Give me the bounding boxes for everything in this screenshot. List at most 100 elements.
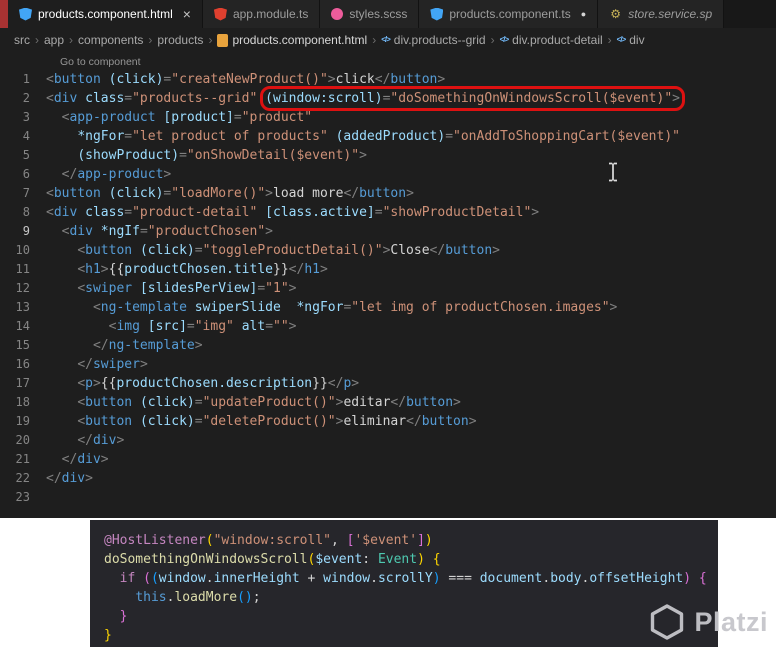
tab-label: products.component.html: [38, 7, 173, 21]
snippet-line: doSomethingOnWindowsScroll($event: Event…: [104, 552, 441, 567]
code-line[interactable]: 6 </app-product>: [0, 165, 776, 184]
line-number: 14: [15, 319, 30, 333]
line-number: 10: [15, 243, 30, 257]
chevron-right-icon: ›: [490, 33, 495, 47]
breadcrumb: src › app › components › products › products.com…: [0, 28, 776, 52]
code-editor[interactable]: Go to component 1 <button (click)="create…: [0, 52, 776, 518]
line-number: 20: [15, 433, 30, 447]
line-number: 16: [15, 357, 30, 371]
codelens-go-to-component[interactable]: Go to component: [0, 52, 776, 70]
breadcrumb-item-products.component.html[interactable]: products.component.html: [217, 33, 367, 47]
modified-dot-icon: ●: [580, 9, 587, 19]
code-line[interactable]: 2 <div class="products--grid" (window:scr…: [0, 86, 776, 111]
line-number: 19: [15, 414, 30, 428]
breadcrumb-item-div.products--grid[interactable]: </> div.products--grid: [381, 33, 485, 47]
code-line[interactable]: 9 <div *ngIf="productChosen">: [0, 222, 776, 241]
window-edge-accent: [0, 0, 8, 28]
breadcrumb-label: div: [629, 33, 645, 47]
code-line[interactable]: 17 <p>{{productChosen.description}}</p>: [0, 374, 776, 393]
breadcrumb-label: components: [78, 33, 144, 47]
breadcrumb-label: div.product-detail: [512, 33, 603, 47]
code-line[interactable]: 8 <div class="product-detail" [class.acti…: [0, 203, 776, 222]
html-element-icon: </>: [499, 35, 510, 44]
code-line[interactable]: 12 <swiper [slidesPerView]="1">: [0, 279, 776, 298]
breadcrumb-item-app[interactable]: app: [44, 33, 64, 47]
code-line[interactable]: 15 </ng-template>: [0, 336, 776, 355]
scroll-listener-annotation-box: (window:scroll)="doSomethingOnWindowsScr…: [260, 86, 685, 111]
tab-label: store.service.sp: [628, 7, 713, 21]
tab-label: app.module.ts: [232, 7, 309, 21]
angular-module-icon: [213, 7, 227, 21]
snippet-line: @HostListener("window:scroll", ['$event'…: [104, 533, 433, 548]
code-line[interactable]: 1 <button (click)="createNewProduct()">cl…: [0, 70, 776, 89]
line-number: 21: [15, 452, 30, 466]
breadcrumb-label: div.products--grid: [393, 33, 486, 47]
tab-products.component.ts[interactable]: products.component.ts ●: [419, 0, 599, 28]
platzi-watermark-text: Platzi: [694, 606, 768, 637]
line-number: 11: [15, 262, 30, 276]
line-number: 12: [15, 281, 30, 295]
bottom-strip: @HostListener("window:scroll", ['$event'…: [0, 518, 776, 647]
breadcrumb-item-components[interactable]: components: [78, 33, 143, 47]
code-line[interactable]: 18 <button (click)="updateProduct()">edi…: [0, 393, 776, 412]
snippet-line: }: [119, 609, 128, 624]
code-line[interactable]: 7 <button (click)="loadMore()">load more<…: [0, 184, 776, 203]
chevron-right-icon: ›: [148, 33, 153, 47]
code-line[interactable]: 4 *ngFor="let product of products" (adde…: [0, 127, 776, 146]
tab-store.service.sp[interactable]: ⚙ store.service.sp: [598, 0, 725, 28]
editor-tab-bar: products.component.html × app.module.ts sty…: [0, 0, 776, 28]
chevron-right-icon: ›: [208, 33, 213, 47]
snippet-line: }: [104, 628, 112, 643]
mouse-ibeam-cursor: [607, 162, 619, 187]
angular-component-icon: [19, 7, 32, 21]
file-icon: [217, 33, 229, 47]
line-number: 5: [22, 148, 30, 162]
tab-styles.scss[interactable]: styles.scss: [320, 0, 420, 28]
tab-products.component.html[interactable]: products.component.html ×: [8, 0, 203, 28]
code-line[interactable]: 14 <img [src]="img" alt="">: [0, 317, 776, 336]
code-line[interactable]: 19 <button (click)="deleteProduct()">eli…: [0, 412, 776, 431]
breadcrumb-label: src: [14, 33, 30, 47]
code-line[interactable]: 22 </div>: [0, 469, 776, 488]
line-number: 6: [22, 167, 30, 181]
code-line[interactable]: 3 <app-product [product]="product": [0, 108, 776, 127]
html-element-icon: </>: [616, 35, 627, 44]
tab-label: styles.scss: [349, 7, 408, 21]
breadcrumb-item-src[interactable]: src: [14, 33, 30, 47]
snippet-line: if ((window.innerHeight + window.scrollY…: [119, 571, 707, 586]
line-number: 4: [22, 129, 30, 143]
code-line[interactable]: 16 </swiper>: [0, 355, 776, 374]
breadcrumb-label: app: [44, 33, 65, 47]
code-line[interactable]: 20 </div>: [0, 431, 776, 450]
chevron-right-icon: ›: [35, 33, 39, 47]
line-number: 9: [22, 224, 30, 238]
breadcrumb-label: products.component.html: [232, 33, 368, 47]
code-line[interactable]: 10 <button (click)="toggleProductDetail(…: [0, 241, 776, 260]
code-line[interactable]: 23: [0, 488, 776, 507]
breadcrumb-item-div[interactable]: </> div: [617, 33, 645, 47]
hostlistener-snippet-panel: @HostListener("window:scroll", ['$event'…: [90, 520, 718, 647]
code-line[interactable]: 5 (showProduct)="onShowDetail($event)">: [0, 146, 776, 165]
tabs-container: products.component.html × app.module.ts sty…: [8, 0, 725, 28]
breadcrumb-label: products: [157, 33, 204, 47]
chevron-right-icon: ›: [372, 33, 377, 47]
scss-icon: [331, 8, 344, 20]
line-number: 1: [22, 72, 30, 86]
angular-component-icon: [430, 7, 444, 21]
service-icon: ⚙: [610, 7, 622, 21]
html-element-icon: </>: [381, 35, 391, 44]
line-number: 18: [15, 395, 30, 409]
tab-app.module.ts[interactable]: app.module.ts: [202, 0, 321, 28]
code-line[interactable]: 13 <ng-template swiperSlide *ngFor="let …: [0, 298, 776, 317]
code-line[interactable]: 21 </div>: [0, 450, 776, 469]
chevron-right-icon: ›: [607, 33, 612, 47]
snippet-line: this.loadMore();: [135, 590, 261, 605]
breadcrumb-item-div.product-detail[interactable]: </> div.product-detail: [500, 33, 603, 47]
close-icon[interactable]: ×: [183, 7, 191, 21]
breadcrumb-item-products[interactable]: products: [157, 33, 203, 47]
line-number: 17: [15, 376, 30, 390]
vscode-window: products.component.html × app.module.ts sty…: [0, 0, 776, 647]
code-lines: 1 <button (click)="createNewProduct()">cl…: [0, 70, 776, 507]
line-number: 8: [22, 205, 30, 219]
code-line[interactable]: 11 <h1>{{productChosen.title}}</h1>: [0, 260, 776, 279]
